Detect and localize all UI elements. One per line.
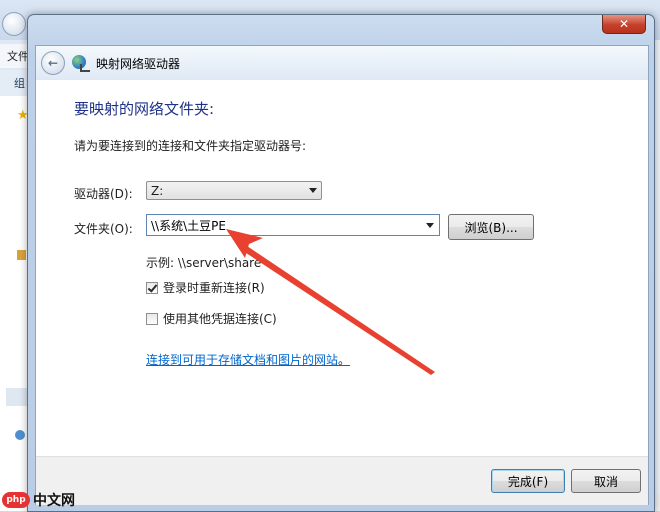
cancel-button[interactable]: 取消 [571,469,641,493]
link-period: 。 [338,353,351,367]
page-heading: 要映射的网络文件夹: [74,100,215,118]
website-link[interactable]: 连接到可用于存储文档和图片的网站 [146,353,338,367]
folder-combo[interactable] [146,214,440,236]
background-back-icon[interactable] [2,12,26,36]
network-cable-icon [80,64,90,72]
reconnect-option[interactable]: 登录时重新连接(R) [146,279,265,296]
watermark: php 中文网 [2,490,75,510]
drive-letter-value: Z: [151,184,164,198]
example-text: 示例: \\server\share [146,256,262,270]
folder-input[interactable] [149,216,423,234]
dialog-header: ← 映射网络驱动器 [36,46,648,80]
other-credentials-checkbox[interactable] [146,312,158,325]
background-nav-pane [0,96,30,511]
instruction-text: 请为要连接到的连接和文件夹指定驱动器号: [74,139,307,153]
background-toolbar-organize[interactable]: 组 [14,75,25,91]
background-menu-file[interactable]: 文件 [7,48,29,64]
browse-button[interactable]: 浏览(B)... [448,214,534,240]
drive-letter-select[interactable]: Z: [146,181,322,200]
dialog-title: 映射网络驱动器 [96,57,181,71]
dialog-footer: 完成(F) 取消 [36,456,648,505]
other-credentials-option[interactable]: 使用其他凭据连接(C) [146,310,277,327]
dialog-titlebar[interactable] [28,15,654,43]
watermark-text: 中文网 [33,493,75,509]
website-link-row: 连接到可用于存储文档和图片的网站。 [146,351,350,368]
other-credentials-label[interactable]: 使用其他凭据连接(C) [163,310,277,327]
drive-label: 驱动器(D): [74,187,133,201]
back-arrow-icon[interactable]: ← [41,51,65,75]
reconnect-label[interactable]: 登录时重新连接(R) [163,279,265,296]
computer-icon[interactable] [6,388,28,406]
network-icon[interactable] [15,430,25,440]
close-icon: ✕ [618,17,630,31]
folder-label: 文件夹(O): [74,222,133,236]
finish-button[interactable]: 完成(F) [491,469,565,493]
php-logo: php [2,492,30,508]
map-network-drive-dialog: ✕ ← 映射网络驱动器 要映射的网络文件夹: 请为要连接到的连接和文件夹指定驱动… [27,14,655,512]
dialog-content: ← 映射网络驱动器 要映射的网络文件夹: 请为要连接到的连接和文件夹指定驱动器号… [35,45,649,505]
reconnect-checkbox[interactable] [146,281,158,294]
close-button[interactable]: ✕ [602,15,646,34]
chevron-down-icon [426,223,434,228]
folder-dropdown-button[interactable] [423,215,439,235]
library-folder-icon[interactable] [17,250,26,260]
chevron-down-icon [309,188,317,193]
